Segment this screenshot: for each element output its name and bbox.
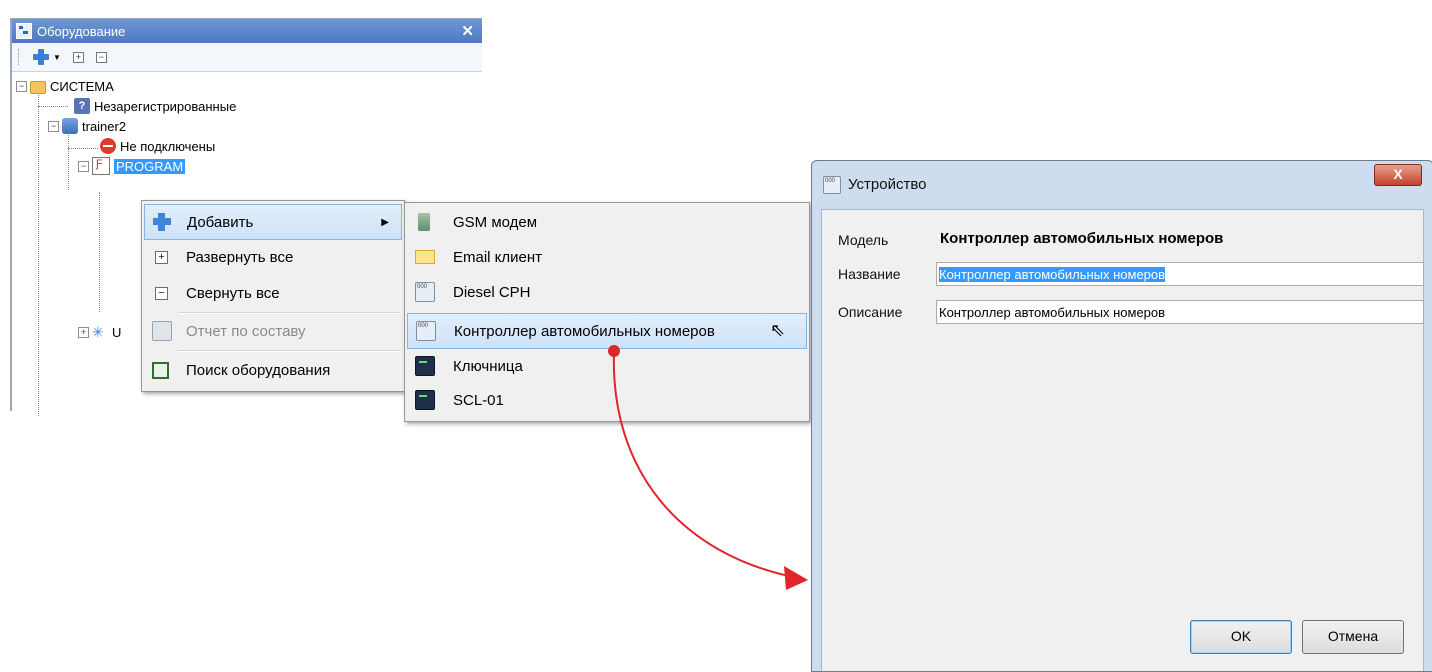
menu-item-label: Email клиент [453,248,543,266]
tree-node-label: Незарегистрированные [94,98,237,114]
collapse-node-icon[interactable]: − [16,80,27,92]
description-field-value: Контроллер автомобильных номеров [939,305,1166,320]
menu-item-report[interactable]: Отчет по составу [144,314,402,348]
tree-connector [68,128,69,190]
context-menu: Добавить ▶ + Развернуть все − Свернуть в… [141,200,405,392]
search-device-icon [152,361,169,379]
close-icon[interactable]: ✕ [461,22,474,40]
arrow-head [784,566,808,590]
submenu-item-gsm-modem[interactable]: GSM модем [407,205,807,239]
email-icon [415,250,435,264]
menu-item-collapse-all[interactable]: − Свернуть все [144,276,402,310]
no-entry-icon [100,138,116,154]
tree-node-unregistered[interactable]: ? Незарегистрированные [74,96,236,116]
model-value: Контроллер автомобильных номеров [940,230,1224,247]
menu-item-label: Diesel CPH [453,283,531,301]
description-label: Описание [838,304,903,320]
panel-title-bar: Оборудование ✕ [12,19,482,43]
tree-node-system[interactable]: − СИСТЕМА [16,76,114,96]
expand-box-icon: + [155,250,168,264]
submenu-item-plate-controller[interactable]: Контроллер автомобильных номеров ⇖ [407,313,807,349]
ok-button[interactable]: OK [1190,620,1292,654]
expand-all-button[interactable]: + [72,51,84,63]
plus-icon [153,213,171,231]
tree-node-program[interactable]: − PROGRAM [78,156,186,176]
device-icon [416,321,436,341]
menu-item-search-equipment[interactable]: Поиск оборудования [144,353,402,387]
collapse-node-icon[interactable]: − [48,120,59,132]
submenu-item-email-client[interactable]: Email клиент [407,240,807,274]
submenu-arrow-icon: ▶ [381,216,389,228]
name-field[interactable]: Контроллер автомобильных номеров [936,262,1424,286]
collapse-node-icon[interactable]: − [78,160,89,172]
tree-connector [99,192,100,312]
menu-item-label: Отчет по составу [186,322,306,340]
terminal-icon [415,390,435,410]
program-icon [92,157,110,175]
terminal-icon [415,356,435,376]
tree-connector [38,86,39,416]
menu-item-label: Контроллер автомобильных номеров [454,322,715,340]
network-icon: ✳ [92,324,104,340]
submenu-item-diesel-cph[interactable]: Diesel CPH [407,275,807,309]
dialog-title: Устройство [848,176,927,193]
expand-node-icon[interactable]: + [78,326,89,338]
tree-node-label: U [112,324,122,340]
submenu-item-scl-01[interactable]: SCL-01 [407,383,807,417]
menu-separator [178,350,400,352]
tree-node-label: СИСТЕМА [50,78,114,94]
tree-panel-icon [16,23,32,39]
menu-item-expand-all[interactable]: + Развернуть все [144,240,402,274]
tree-connector [38,106,68,107]
tree-node-partial[interactable]: + ✳ U [78,322,121,342]
panel-toolbar: ▼ + − [12,43,482,72]
device-icon [415,282,435,302]
chevron-down-icon[interactable]: ▼ [53,53,61,62]
name-field-value: Контроллер автомобильных номеров [939,267,1166,282]
tree-node-not-connected[interactable]: Не подключены [100,136,215,156]
add-device-button[interactable] [33,49,49,65]
panel-title: Оборудование [37,23,126,39]
menu-item-label: GSM модем [453,213,538,231]
menu-item-label: Добавить [187,213,254,231]
folder-icon [30,81,46,94]
tree-node-trainer2[interactable]: − trainer2 [48,116,126,136]
add-submenu: GSM модем Email клиент Diesel CPH Контро… [404,202,810,422]
device-dialog: Устройство X Модель Контроллер автомобил… [811,160,1432,672]
collapse-all-button[interactable]: − [95,51,107,63]
name-label: Название [838,266,901,282]
menu-item-label: Поиск оборудования [186,361,331,379]
cancel-button[interactable]: Отмена [1302,620,1404,654]
tree-connector [68,148,98,149]
submenu-item-key-box[interactable]: Ключница [407,349,807,383]
gsm-modem-icon [418,213,430,231]
report-icon [152,321,172,341]
tree-node-label: trainer2 [82,118,127,134]
toolbar-grip [18,49,21,65]
menu-item-label: Ключница [453,357,523,375]
dialog-body: Модель Контроллер автомобильных номеров … [821,209,1424,671]
device-icon [823,176,841,194]
database-icon [62,118,78,134]
mouse-pointer-icon: ⇖ [770,320,786,340]
model-label: Модель [838,232,889,248]
dialog-title-bar: Устройство X [812,161,1432,207]
close-button[interactable]: X [1374,164,1422,186]
tree-node-label: PROGRAM [114,158,186,174]
menu-item-label: SCL-01 [453,391,504,409]
collapse-box-icon: − [155,286,168,300]
tree-node-label: Не подключены [120,138,216,154]
menu-item-label: Свернуть все [186,284,280,302]
menu-item-label: Развернуть все [186,248,294,266]
description-field[interactable]: Контроллер автомобильных номеров [936,300,1424,324]
menu-item-add[interactable]: Добавить ▶ [144,204,402,240]
question-icon: ? [74,98,90,114]
